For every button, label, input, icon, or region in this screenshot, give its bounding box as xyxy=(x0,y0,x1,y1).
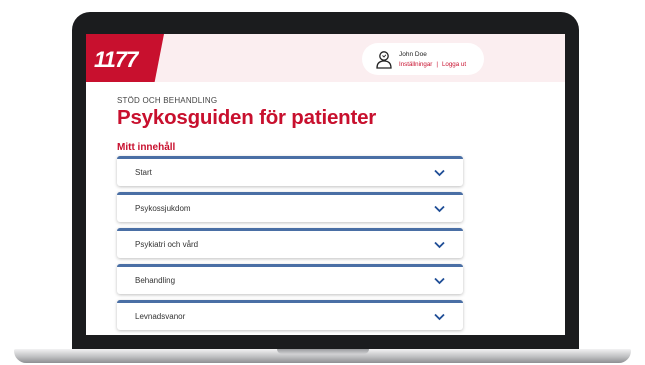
accordion-item-start[interactable]: Start xyxy=(117,156,463,186)
accordion-item-behandling[interactable]: Behandling xyxy=(117,264,463,294)
chevron-down-icon xyxy=(434,169,445,177)
accordion-label: Levnadsvanor xyxy=(135,312,186,321)
accordion-item-psykiatri-och-vard[interactable]: Psykiatri och vård xyxy=(117,228,463,258)
accordion-label: Psykossjukdom xyxy=(135,204,191,213)
chevron-down-icon xyxy=(434,277,445,285)
user-icon xyxy=(376,51,392,69)
accordion-item-levnadsvanor[interactable]: Levnadsvanor xyxy=(117,300,463,330)
site-header: 1177 John Doe Inställningar | Logga ut xyxy=(86,34,565,82)
page-title: Psykosguiden för patienter xyxy=(117,106,377,129)
accordion-label: Behandling xyxy=(135,276,176,285)
logo-text: 1177 xyxy=(94,47,138,72)
laptop-notch xyxy=(277,349,369,354)
accordion-label: Start xyxy=(135,168,152,177)
chevron-down-icon xyxy=(434,205,445,213)
laptop-screen: 1177 John Doe Inställningar | Logga ut STÖ… xyxy=(86,34,565,335)
user-menu: John Doe Inställningar | Logga ut xyxy=(362,43,484,75)
brand-logo[interactable]: 1177 xyxy=(86,34,164,82)
accordion-label: Psykiatri och vård xyxy=(135,240,199,249)
logout-link[interactable]: Logga ut xyxy=(442,61,466,68)
user-links: Inställningar | Logga ut xyxy=(399,61,466,68)
section-title: Mitt innehåll xyxy=(117,142,176,153)
accordion-item-psykossjukdom[interactable]: Psykossjukdom xyxy=(117,192,463,222)
chevron-down-icon xyxy=(434,241,445,249)
chevron-down-icon xyxy=(434,313,445,321)
link-separator: | xyxy=(436,61,438,68)
settings-link[interactable]: Inställningar xyxy=(399,61,432,68)
user-name: John Doe xyxy=(399,51,427,58)
page-kicker: STÖD OCH BEHANDLING xyxy=(117,96,218,105)
